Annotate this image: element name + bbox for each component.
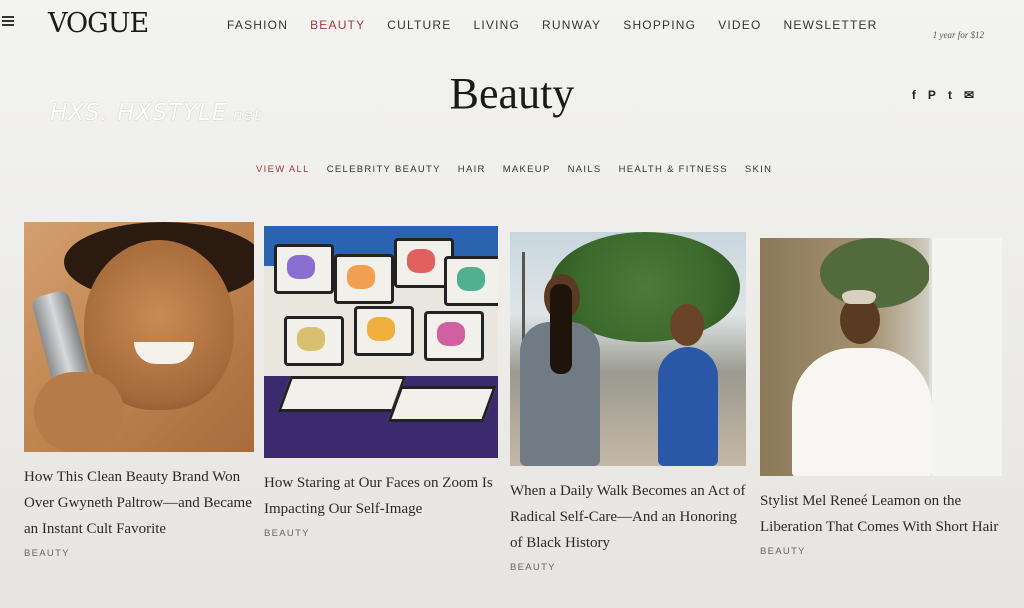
article-image[interactable]: [510, 232, 746, 466]
article-headline[interactable]: When a Daily Walk Becomes an Act of Radi…: [510, 478, 748, 556]
nav-fashion[interactable]: FASHION: [227, 18, 288, 32]
article-headline[interactable]: How This Clean Beauty Brand Won Over Gwy…: [24, 464, 256, 542]
twitter-icon[interactable]: t: [948, 88, 952, 102]
subscribe-link[interactable]: 1 year for $12: [933, 30, 984, 40]
article-image[interactable]: [760, 238, 1002, 476]
article-tag[interactable]: BEAUTY: [760, 546, 1004, 557]
subnav-skin[interactable]: SKIN: [745, 164, 772, 175]
article-image[interactable]: [24, 222, 254, 452]
subnav-hair[interactable]: HAIR: [458, 164, 486, 175]
social-links: f P t ✉: [912, 88, 974, 102]
article-card[interactable]: How This Clean Beauty Brand Won Over Gwy…: [24, 222, 256, 559]
article-card[interactable]: How Staring at Our Faces on Zoom Is Impa…: [264, 226, 500, 539]
nav-newsletter[interactable]: NEWSLETTER: [784, 18, 878, 32]
menu-icon[interactable]: [2, 14, 14, 28]
nav-shopping[interactable]: SHOPPING: [623, 18, 696, 32]
article-headline[interactable]: How Staring at Our Faces on Zoom Is Impa…: [264, 470, 500, 522]
top-bar: VOGUE FASHION BEAUTY CULTURE LIVING RUNW…: [0, 0, 1024, 60]
article-tag[interactable]: BEAUTY: [24, 548, 256, 559]
page-title: Beauty: [449, 69, 575, 118]
article-tag[interactable]: BEAUTY: [264, 528, 500, 539]
sub-nav: VIEW ALL CELEBRITY BEAUTY HAIR MAKEUP NA…: [256, 164, 772, 175]
subnav-view-all[interactable]: VIEW ALL: [256, 164, 310, 175]
nav-runway[interactable]: RUNWAY: [542, 18, 601, 32]
email-icon[interactable]: ✉: [964, 88, 974, 102]
nav-culture[interactable]: CULTURE: [387, 18, 451, 32]
article-card[interactable]: Stylist Mel Reneé Leamon on the Liberati…: [760, 238, 1004, 557]
main-nav: FASHION BEAUTY CULTURE LIVING RUNWAY SHO…: [227, 18, 878, 32]
pinterest-icon[interactable]: P: [928, 88, 936, 102]
nav-video[interactable]: VIDEO: [718, 18, 761, 32]
nav-living[interactable]: LIVING: [473, 18, 520, 32]
nav-beauty[interactable]: BEAUTY: [310, 18, 365, 32]
facebook-icon[interactable]: f: [912, 88, 916, 102]
subnav-celebrity-beauty[interactable]: CELEBRITY BEAUTY: [327, 164, 441, 175]
subnav-makeup[interactable]: MAKEUP: [503, 164, 551, 175]
subnav-nails[interactable]: NAILS: [568, 164, 602, 175]
article-tag[interactable]: BEAUTY: [510, 562, 748, 573]
article-headline[interactable]: Stylist Mel Reneé Leamon on the Liberati…: [760, 488, 1004, 540]
vogue-logo[interactable]: VOGUE: [48, 8, 149, 39]
article-card[interactable]: When a Daily Walk Becomes an Act of Radi…: [510, 232, 748, 573]
article-image[interactable]: [264, 226, 498, 458]
subnav-health-fitness[interactable]: HEALTH & FITNESS: [619, 164, 728, 175]
